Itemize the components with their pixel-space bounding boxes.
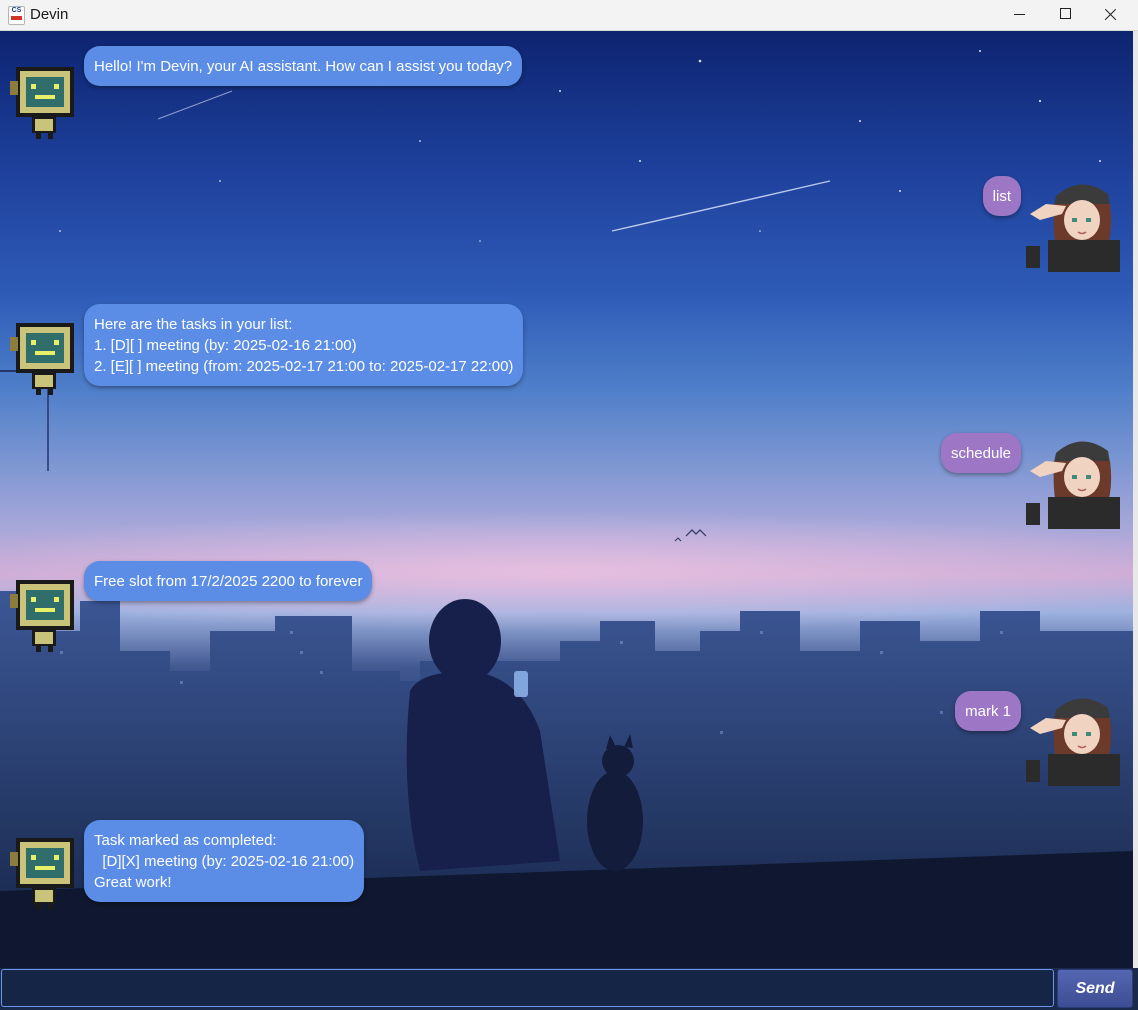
robot-avatar-icon [2,61,82,141]
input-bar: Send [0,968,1138,1010]
chat-scroll-pane[interactable]: Hello! I'm Devin, your AI assistant. How… [0,31,1133,968]
girl-avatar-icon [1026,431,1126,531]
title-bar: CS Devin [0,0,1138,31]
scrollbar[interactable] [1133,31,1138,968]
close-button[interactable] [1088,0,1134,30]
robot-avatar-icon [2,317,82,397]
robot-avatar-icon [2,574,82,654]
robot-avatar-icon [2,832,82,912]
user-message-bubble: list [982,176,1021,216]
message-input[interactable] [1,969,1054,1007]
bot-message-bubble: Hello! I'm Devin, your AI assistant. How… [84,46,523,86]
maximize-button[interactable] [1042,0,1088,30]
minimize-icon [1014,14,1025,15]
bot-message-bubble: Here are the tasks in your list: 1. [D][… [84,304,524,386]
girl-avatar-icon [1026,174,1126,274]
girl-avatar-icon [1026,688,1126,788]
bot-message-bubble: Free slot from 17/2/2025 2200 to forever [84,561,373,601]
user-message-bubble: mark 1 [955,691,1021,731]
minimize-button[interactable] [996,0,1042,30]
maximize-icon [1060,8,1071,19]
app-icon: CS [8,6,25,25]
send-button[interactable]: Send [1057,969,1133,1008]
bot-message-bubble: Task marked as completed: [D][X] meeting… [84,820,365,902]
window-title: Devin [30,6,69,23]
app-icon-text: CS [11,7,22,14]
user-message-bubble: schedule [940,433,1021,473]
